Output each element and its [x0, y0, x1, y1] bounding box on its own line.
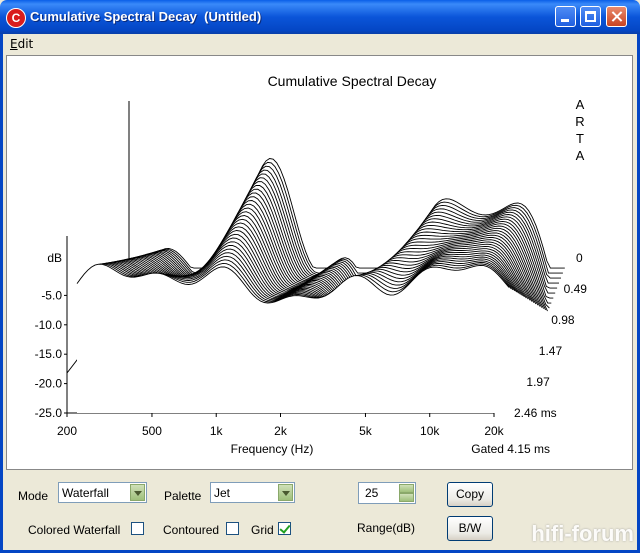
gated-note: Gated 4.15 ms	[471, 442, 550, 456]
close-button[interactable]	[606, 6, 627, 27]
time-tick-label: 0.49	[564, 282, 588, 296]
chevron-down-icon[interactable]	[130, 484, 145, 501]
x-tick-label: 20k	[484, 424, 504, 438]
time-tick-label: 2.46 ms	[514, 406, 557, 420]
mode-select-value: Waterfall	[62, 486, 109, 500]
palette-label: Palette	[164, 489, 202, 503]
grid-checkbox[interactable]	[278, 522, 291, 535]
brand-letter: R	[575, 114, 584, 129]
window-frame-left	[0, 34, 3, 553]
waterfall-chart: Cumulative Spectral DecayARTA-5.0-10.0-1…	[35, 73, 588, 456]
colored-waterfall-checkbox[interactable]	[131, 522, 144, 535]
time-tick-label: 1.97	[526, 375, 550, 389]
spin-up-icon[interactable]	[399, 484, 414, 493]
colored-waterfall-label: Colored Waterfall	[28, 523, 121, 537]
y-tick-label: -15.0	[35, 347, 63, 361]
y-tick-label: -5.0	[41, 288, 62, 302]
grid-label: Grid	[251, 523, 274, 537]
time-tick-label: 0	[576, 251, 583, 265]
menu-edit[interactable]: Edit	[10, 37, 33, 51]
brand-letter: A	[576, 148, 585, 163]
mode-label: Mode	[18, 489, 49, 503]
x-tick-label: 2k	[274, 424, 288, 438]
minimize-button[interactable]	[555, 6, 576, 27]
x-tick-label: 200	[57, 424, 77, 438]
brand-letter: T	[576, 131, 584, 146]
x-tick-label: 5k	[359, 424, 373, 438]
range-spinner[interactable]: 25	[358, 482, 416, 504]
palette-select[interactable]: Jet	[210, 482, 295, 503]
app-icon[interactable]: C	[6, 8, 26, 28]
title-bar[interactable]: C Cumulative Spectral Decay (Untitled)	[0, 0, 640, 34]
plot-panel: Cumulative Spectral Decay A R T A -5.0 -10.0 -1…	[6, 55, 633, 470]
y-tick-label: -20.0	[35, 377, 63, 391]
spin-down-icon[interactable]	[399, 493, 414, 502]
maximize-button[interactable]	[580, 6, 601, 27]
y-tick-label: -10.0	[35, 318, 63, 332]
y-axis-label: dB	[47, 251, 62, 265]
x-tick-label: 10k	[420, 424, 440, 438]
contoured-label: Contoured	[163, 523, 220, 537]
menu-bar: Edit	[3, 34, 637, 54]
y-tick-label: -25.0	[35, 406, 63, 420]
brand-letter: A	[576, 97, 585, 112]
range-spinner-value: 25	[365, 486, 379, 500]
x-tick-label: 500	[142, 424, 162, 438]
palette-select-value: Jet	[214, 486, 231, 500]
range-label: Range(dB)	[357, 521, 416, 535]
mode-select[interactable]: Waterfall	[58, 482, 147, 503]
chevron-down-icon[interactable]	[278, 484, 293, 501]
x-tick-label: 1k	[210, 424, 224, 438]
time-tick-label: 1.47	[539, 344, 563, 358]
chart-title: Cumulative Spectral Decay	[268, 73, 437, 89]
copy-button[interactable]: Copy	[447, 482, 493, 507]
time-tick-label: 0.98	[551, 313, 575, 327]
watermark: hifi-forum	[531, 521, 634, 546]
contoured-checkbox[interactable]	[226, 522, 239, 535]
bw-button[interactable]: B/W	[447, 516, 493, 541]
window-title: Cumulative Spectral Decay (Untitled)	[30, 9, 262, 24]
x-axis-label: Frequency (Hz)	[231, 442, 314, 456]
